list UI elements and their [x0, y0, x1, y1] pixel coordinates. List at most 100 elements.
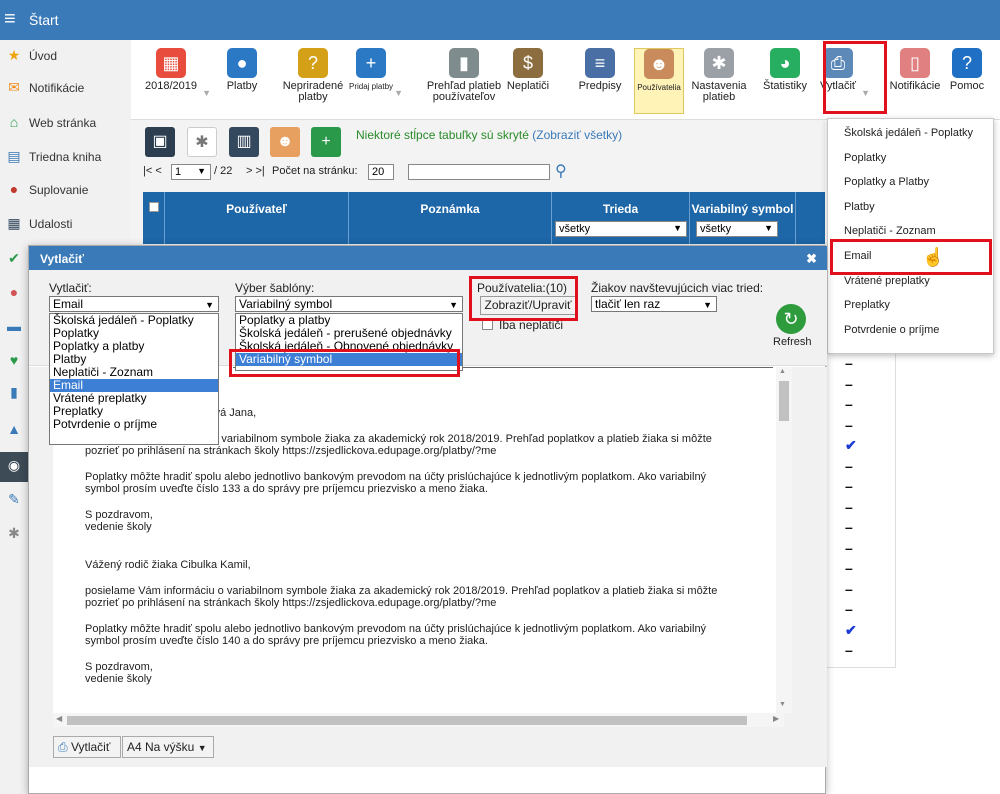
top-bar: ≡ Štart — [0, 0, 1000, 40]
calendar-icon: ▦ — [7, 215, 21, 231]
sidebar-item-2[interactable]: ⌂ Web stránka — [0, 109, 131, 139]
list-icon: ▬ — [7, 318, 21, 334]
sidebar-item-5[interactable]: ▦ Udalosti — [0, 210, 131, 240]
sidebar-item-label: Úvod — [29, 49, 58, 63]
gear-icon: ✱ — [8, 525, 20, 541]
template-option[interactable]: Variabilný symbol — [236, 353, 462, 366]
preview-line: symbol prosím uveďte číslo 140 a do sprá… — [85, 635, 488, 647]
print-menu-item[interactable]: Platby — [844, 201, 875, 213]
horizontal-scrollbar[interactable]: ◀ ▶ — [53, 713, 784, 727]
preview-line: pozrieť po prihlásení na stránkach školy… — [85, 445, 497, 457]
template-select[interactable]: Variabilný symbol ▼ — [235, 296, 463, 312]
paper-format-button[interactable]: A4 Na výšku ▼ — [122, 736, 214, 758]
print-type-select[interactable]: Email ▼ — [49, 296, 219, 312]
preview-line: S pozdravom, — [85, 661, 153, 673]
print-type-option[interactable]: Potvrdenie o príjme — [50, 418, 218, 431]
show-edit-users-button[interactable]: Zobraziť/Upraviť — [480, 296, 576, 315]
search-icon[interactable]: ⚲ — [555, 161, 567, 181]
toolbar-pie-chart-button[interactable]: ◕ Štatistiky — [762, 48, 808, 114]
coins-icon: ● — [227, 48, 257, 78]
toolbar-notes-button[interactable]: ≡ Predpisy — [577, 48, 623, 114]
col-pouzivatel[interactable]: Používateľ — [165, 192, 349, 244]
print-menu-item[interactable]: Školská jedáleň - Poplatky — [844, 127, 973, 139]
toolbar-users-button[interactable]: ☻ Používatelia — [634, 48, 684, 114]
toolbar-money-bag-button[interactable]: $ Neplatiči — [503, 48, 553, 114]
add-user-icon[interactable]: + — [311, 127, 341, 157]
print-button[interactable]: ⎙ Vytlačiť — [53, 736, 121, 758]
toolbar-help-button[interactable]: ? Pomoc — [945, 48, 989, 114]
toolbar-phone-button[interactable]: ▯ Notifikácie — [887, 48, 943, 114]
pager-total: / 22 — [214, 165, 233, 177]
horizontal-scroll-thumb[interactable] — [67, 716, 747, 725]
save-icon[interactable]: ▣ — [145, 127, 175, 157]
vertical-scroll-thumb[interactable] — [779, 381, 789, 421]
refresh-label[interactable]: Refresh — [773, 336, 812, 348]
toolbar-unassigned-coins-button[interactable]: ? Nepriradené platby — [278, 48, 348, 114]
pie-chart-icon: ◕ — [770, 48, 800, 78]
filter-variabilny-symbol[interactable]: všetky ▼ — [696, 221, 778, 237]
multi-class-select[interactable]: tlačiť len raz ▼ — [591, 296, 717, 312]
preview-line: Poplatky môžte hradiť spolu alebo jednot… — [85, 623, 707, 635]
print-menu-item[interactable]: Poplatky a Platby — [844, 176, 929, 188]
select-all-cell[interactable] — [143, 192, 165, 244]
preview-line: symbol prosím uveďte číslo 133 a do sprá… — [85, 483, 488, 495]
search-input[interactable] — [408, 164, 550, 180]
sidebar-item-3[interactable]: ▤ Triedna kniha — [0, 143, 131, 173]
refresh-icon[interactable]: ↻ — [776, 304, 806, 334]
col-trieda[interactable]: Trieda všetky ▼ — [552, 192, 690, 244]
toolbar-add-payment-button[interactable]: + Pridaj platby ▼ — [349, 48, 403, 114]
preview-line: pozrieť po prihlásení na stránkach školy… — [85, 597, 497, 609]
print-menu-item[interactable]: Email — [844, 250, 872, 262]
col-variabilny-symbol[interactable]: Variabilný symbol všetky ▼ — [690, 192, 796, 244]
show-all-link[interactable]: (Zobraziť všetky) — [532, 128, 622, 142]
sidebar-item-1[interactable]: ✉ Notifikácie — [0, 74, 131, 104]
chevron-down-icon[interactable]: ▼ — [861, 88, 870, 98]
filter-trieda[interactable]: všetky ▼ — [555, 221, 687, 237]
print-menu-item[interactable]: Preplatky — [844, 299, 890, 311]
toolbar-coins-button[interactable]: ● Platby — [223, 48, 261, 114]
users-icon: ☻ — [644, 49, 674, 79]
chevron-down-icon[interactable]: ▼ — [394, 88, 403, 98]
toolbar-printer-button[interactable]: ⎙ Vytlačiť ▼ — [816, 48, 870, 114]
col-poznamka[interactable]: Poznámka — [349, 192, 552, 244]
print-menu-item[interactable]: Vrátené preplatky — [844, 275, 930, 287]
per-page-input[interactable]: 20 — [368, 164, 394, 180]
page-title[interactable]: Štart — [29, 12, 59, 28]
print-menu-item[interactable]: Poplatky — [844, 152, 886, 164]
only-unpaid-label: Iba neplatiči — [499, 318, 564, 332]
gear-icon: ✱ — [704, 48, 734, 78]
status-cell: – — [845, 539, 853, 556]
toolbar-label: Platby — [226, 80, 258, 92]
gear-icon[interactable]: ✱ — [187, 127, 217, 157]
print-type-label: Vytlačiť: — [49, 281, 92, 295]
columns-icon[interactable]: ▥ — [229, 127, 259, 157]
only-unpaid-checkbox[interactable] — [482, 319, 493, 330]
menu-icon[interactable]: ≡ — [4, 9, 16, 29]
pager-next[interactable]: > >| — [246, 165, 265, 177]
toolbar-payments-overview-button[interactable]: ▮ Prehľad platieb používateľov — [423, 48, 505, 114]
close-icon[interactable]: ✖ — [806, 251, 817, 267]
user-icon[interactable]: ☻ — [270, 127, 300, 157]
vertical-scrollbar[interactable]: ▲ ▼ — [776, 367, 792, 713]
preview-line: Vážený rodič žiaka Cibulka Kamil, — [85, 559, 251, 571]
select-all-checkbox[interactable] — [149, 202, 159, 212]
status-cell: – — [845, 396, 853, 412]
sidebar-item-4[interactable]: ● Suplovanie — [0, 176, 131, 206]
toolbar-label-2: platby — [298, 91, 328, 103]
template-label: Výber šablóny: — [235, 281, 315, 295]
print-type-options: Školská jedáleň - Poplatky Poplatky Poplat… — [49, 313, 219, 445]
bar-chart-icon: ▮ — [10, 384, 18, 400]
status-cell: – — [845, 519, 853, 535]
print-menu-item[interactable]: Neplatiči - Zoznam — [844, 225, 936, 237]
pager-page-select[interactable]: 1 ▼ — [171, 164, 211, 180]
chevron-down-icon[interactable]: ▼ — [202, 88, 211, 98]
template-options: Poplatky a platby Školská jedáleň - preru… — [235, 313, 463, 371]
status-cell: – — [845, 560, 853, 576]
print-dialog: Vytlačiť ✖ Vytlačiť: Email ▼ Výber šablón… — [28, 245, 827, 794]
sidebar-item-0[interactable]: ★ Úvod — [0, 42, 131, 72]
toolbar-gear-button[interactable]: ✱ Nastavenia platieb — [686, 48, 752, 114]
pager-first[interactable]: |< < — [143, 165, 162, 177]
print-menu-item[interactable]: Potvrdenie o príjme — [844, 324, 939, 336]
toolbar-calendar-button[interactable]: ▦ 2018/2019 ▼ — [141, 48, 211, 114]
phone-icon: ▯ — [900, 48, 930, 78]
